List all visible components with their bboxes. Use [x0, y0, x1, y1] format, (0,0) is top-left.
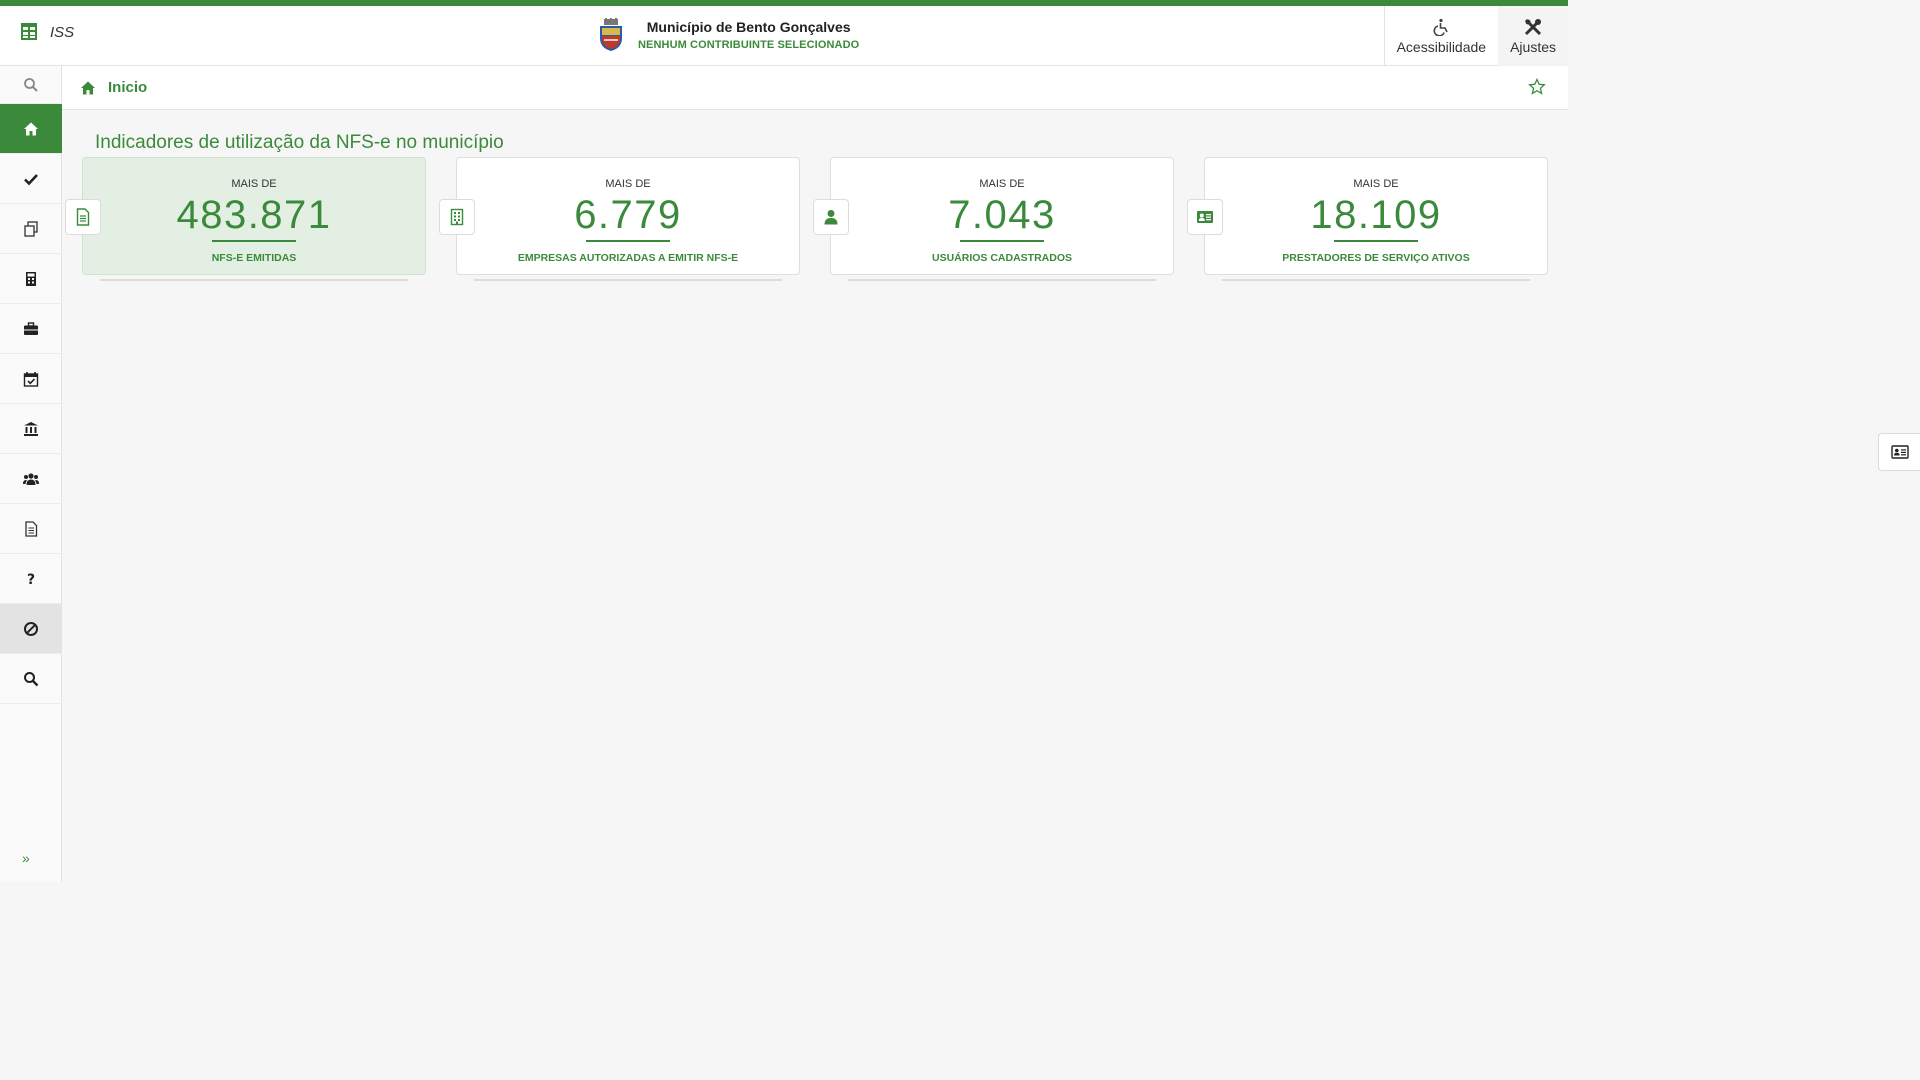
sidebar-item-help[interactable]: ? — [0, 554, 62, 604]
indicator-label: EMPRESAS AUTORIZADAS A EMITIR NFS-E — [517, 252, 739, 264]
search-icon — [24, 77, 38, 92]
indicator-icon-box — [65, 199, 101, 235]
indicator-icon-box — [439, 199, 475, 235]
indicator-value: 6.779 — [574, 193, 682, 237]
indicator-underline — [960, 240, 1044, 242]
indicator-card-nfse[interactable]: MAIS DE 483.871 NFS-E EMITIDAS — [65, 157, 426, 283]
briefcase-icon — [24, 321, 38, 335]
indicator-icon-box — [813, 199, 849, 235]
indicator-prefix: MAIS DE — [231, 178, 277, 190]
breadcrumb-home[interactable]: Inicio — [108, 79, 147, 96]
indicator-card-body: MAIS DE 7.043 USUÁRIOS CADASTRADOS — [830, 157, 1174, 275]
card-shadow — [1222, 279, 1530, 281]
documents-icon — [24, 220, 38, 237]
sidebar-item-bank[interactable] — [0, 404, 62, 454]
municipality-name: Município de Bento Gonçalves — [646, 19, 851, 35]
indicator-underline — [1334, 240, 1418, 242]
wheelchair-icon — [1433, 18, 1449, 36]
indicator-label: NFS-E EMITIDAS — [211, 252, 297, 264]
indicator-label: USUÁRIOS CADASTRADOS — [931, 252, 1072, 264]
double-chevron-right-icon: » — [22, 850, 30, 866]
sidebar-expand-button[interactable]: » — [22, 850, 30, 866]
sidebar-item-home[interactable] — [0, 104, 62, 154]
id-card-icon — [1197, 211, 1213, 223]
document-icon — [76, 208, 90, 226]
building-icon — [450, 208, 464, 226]
sidebar-item-search[interactable] — [0, 66, 62, 104]
side-panel-toggle[interactable] — [1878, 433, 1920, 471]
municipality-title: Município de Bento Gonçalves NENHUM CONT… — [596, 18, 859, 52]
indicator-card-body: MAIS DE 6.779 EMPRESAS AUTORIZADAS A EMI… — [456, 157, 800, 275]
sidebar-item-documents[interactable] — [0, 204, 62, 254]
indicator-card-body: MAIS DE 483.871 NFS-E EMITIDAS — [82, 157, 426, 275]
bank-icon — [24, 421, 38, 436]
indicator-value: 7.043 — [948, 193, 1056, 237]
ban-icon — [24, 621, 38, 636]
indicator-underline — [212, 240, 296, 242]
breadcrumb: Inicio — [62, 66, 1568, 110]
sidebar: ? » — [0, 66, 62, 882]
sidebar-item-briefcase[interactable] — [0, 304, 62, 354]
sidebar-item-calendar[interactable] — [0, 354, 62, 404]
indicator-cards: MAIS DE 483.871 NFS-E EMITIDAS MAIS DE 6… — [65, 157, 1548, 283]
sidebar-item-search-bottom[interactable] — [0, 654, 62, 704]
svg-text:?: ? — [27, 572, 35, 587]
settings-button[interactable]: Ajustes — [1498, 6, 1568, 66]
home-icon — [81, 81, 95, 94]
indicator-prefix: MAIS DE — [1353, 178, 1399, 190]
sidebar-item-users[interactable] — [0, 454, 62, 504]
main-content: Indicadores de utilização da NFS-e no mu… — [62, 110, 1568, 882]
header-actions: Acessibilidade Ajustes — [1383, 6, 1568, 66]
users-icon — [23, 472, 39, 485]
calendar-check-icon — [23, 371, 39, 387]
indicator-prefix: MAIS DE — [979, 178, 1025, 190]
search-icon — [24, 671, 39, 686]
sidebar-item-blocked[interactable] — [0, 604, 62, 654]
section-title: Indicadores de utilização da NFS-e no mu… — [95, 132, 504, 153]
file-text-icon — [25, 520, 38, 537]
calculator-icon — [26, 271, 36, 286]
app-header: ISS Município de Bento Gonçalves NENHUM … — [0, 6, 1568, 66]
settings-label: Ajustes — [1510, 38, 1556, 55]
indicator-card-companies[interactable]: MAIS DE 6.779 EMPRESAS AUTORIZADAS A EMI… — [439, 157, 800, 283]
indicator-card-providers[interactable]: MAIS DE 18.109 PRESTADORES DE SERVIÇO AT… — [1187, 157, 1548, 283]
sidebar-item-file[interactable] — [0, 504, 62, 554]
check-icon — [24, 173, 38, 185]
indicator-icon-box — [1187, 199, 1223, 235]
id-card-icon — [1890, 445, 1909, 459]
municipality-crest-icon — [600, 18, 622, 51]
indicator-underline — [586, 240, 670, 242]
tools-icon — [1524, 18, 1542, 35]
card-shadow — [848, 279, 1156, 281]
indicator-value: 18.109 — [1310, 193, 1442, 237]
app-name: ISS — [50, 23, 75, 41]
accessibility-label: Acessibilidade — [1396, 38, 1487, 55]
indicator-label: PRESTADORES DE SERVIÇO ATIVOS — [1282, 252, 1470, 264]
user-icon — [824, 210, 838, 225]
home-icon — [24, 122, 38, 135]
table-grid-icon — [21, 23, 37, 40]
indicator-card-body: MAIS DE 18.109 PRESTADORES DE SERVIÇO AT… — [1204, 157, 1548, 275]
taxpayer-status[interactable]: NENHUM CONTRIBUINTE SELECIONADO — [638, 39, 859, 51]
indicator-prefix: MAIS DE — [605, 178, 651, 190]
accessibility-button[interactable]: Acessibilidade — [1385, 6, 1499, 66]
star-icon[interactable] — [1528, 78, 1546, 96]
card-shadow — [474, 279, 782, 281]
sidebar-item-calculator[interactable] — [0, 254, 62, 304]
app-brand[interactable]: ISS — [20, 22, 74, 42]
card-shadow — [100, 279, 408, 281]
sidebar-item-check[interactable] — [0, 154, 62, 204]
indicator-value: 483.871 — [176, 193, 332, 237]
indicator-card-users[interactable]: MAIS DE 7.043 USUÁRIOS CADASTRADOS — [813, 157, 1174, 283]
question-icon: ? — [27, 572, 35, 587]
